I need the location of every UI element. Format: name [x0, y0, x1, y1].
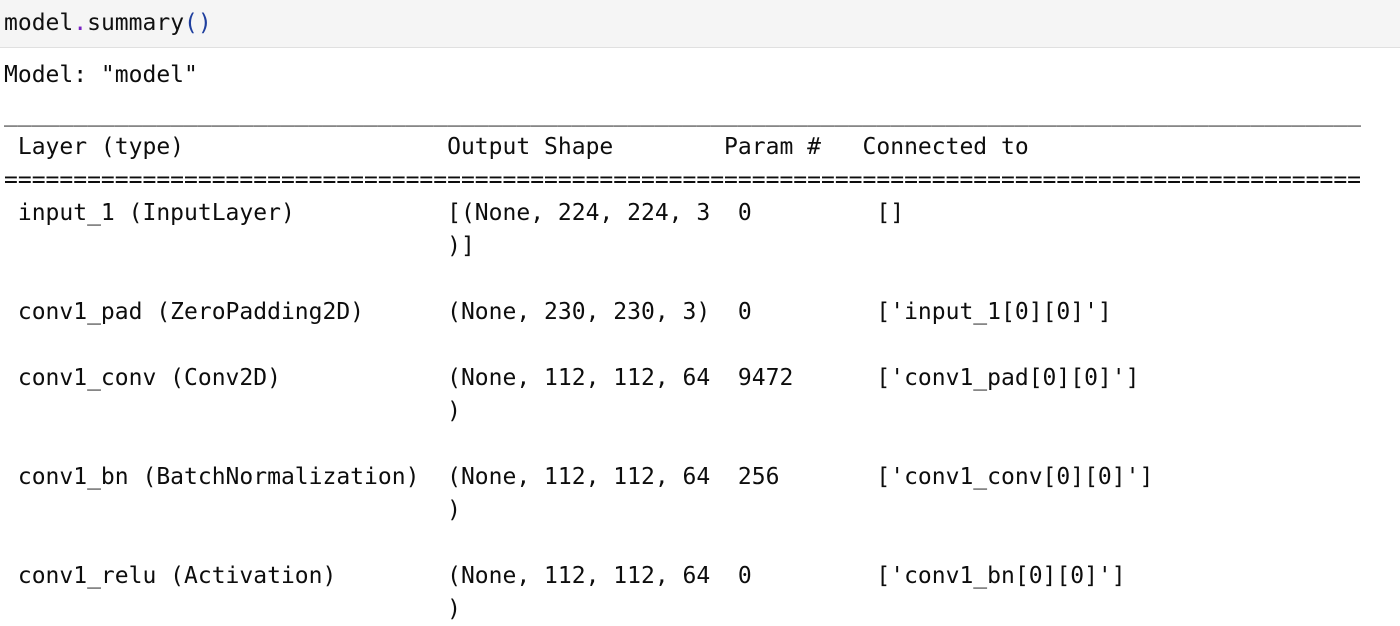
table-row: conv1_pad (ZeroPadding2D) (None, 230, 23…	[4, 299, 1278, 325]
table-row-continuation: )	[4, 398, 1265, 424]
row-spacer	[0, 263, 1400, 296]
table-row-continuation: )]	[4, 233, 1265, 259]
code-token-method: summary	[87, 10, 185, 36]
row-spacer	[0, 527, 1400, 560]
code-token-dot: .	[73, 10, 88, 36]
cell-output-area: Model: "model" _________________________…	[0, 59, 1400, 626]
code-input-line[interactable]: model.summary()	[4, 7, 212, 40]
code-token-parens: ()	[184, 10, 212, 36]
code-cell[interactable]: model.summary()	[0, 0, 1400, 48]
model-title-line: Model: "model"	[4, 62, 198, 88]
code-token-object: model	[4, 10, 74, 36]
table-row-continuation: )	[4, 596, 1265, 622]
separator-header-rule: ========================================…	[4, 167, 1362, 193]
table-header-row: Layer (type) Output Shape Param # Connec…	[4, 134, 1265, 160]
row-spacer	[0, 428, 1400, 461]
table-row: input_1 (InputLayer) [(None, 224, 224, 3…	[4, 200, 1278, 226]
separator-top-rule: ________________________________________…	[4, 101, 1362, 127]
row-spacer	[0, 329, 1400, 362]
table-row: conv1_conv (Conv2D) (None, 112, 112, 64 …	[4, 365, 1278, 391]
table-row: conv1_relu (Activation) (None, 112, 112,…	[4, 563, 1278, 589]
table-row: conv1_bn (BatchNormalization) (None, 112…	[4, 464, 1278, 490]
table-row-continuation: )	[4, 497, 1265, 523]
